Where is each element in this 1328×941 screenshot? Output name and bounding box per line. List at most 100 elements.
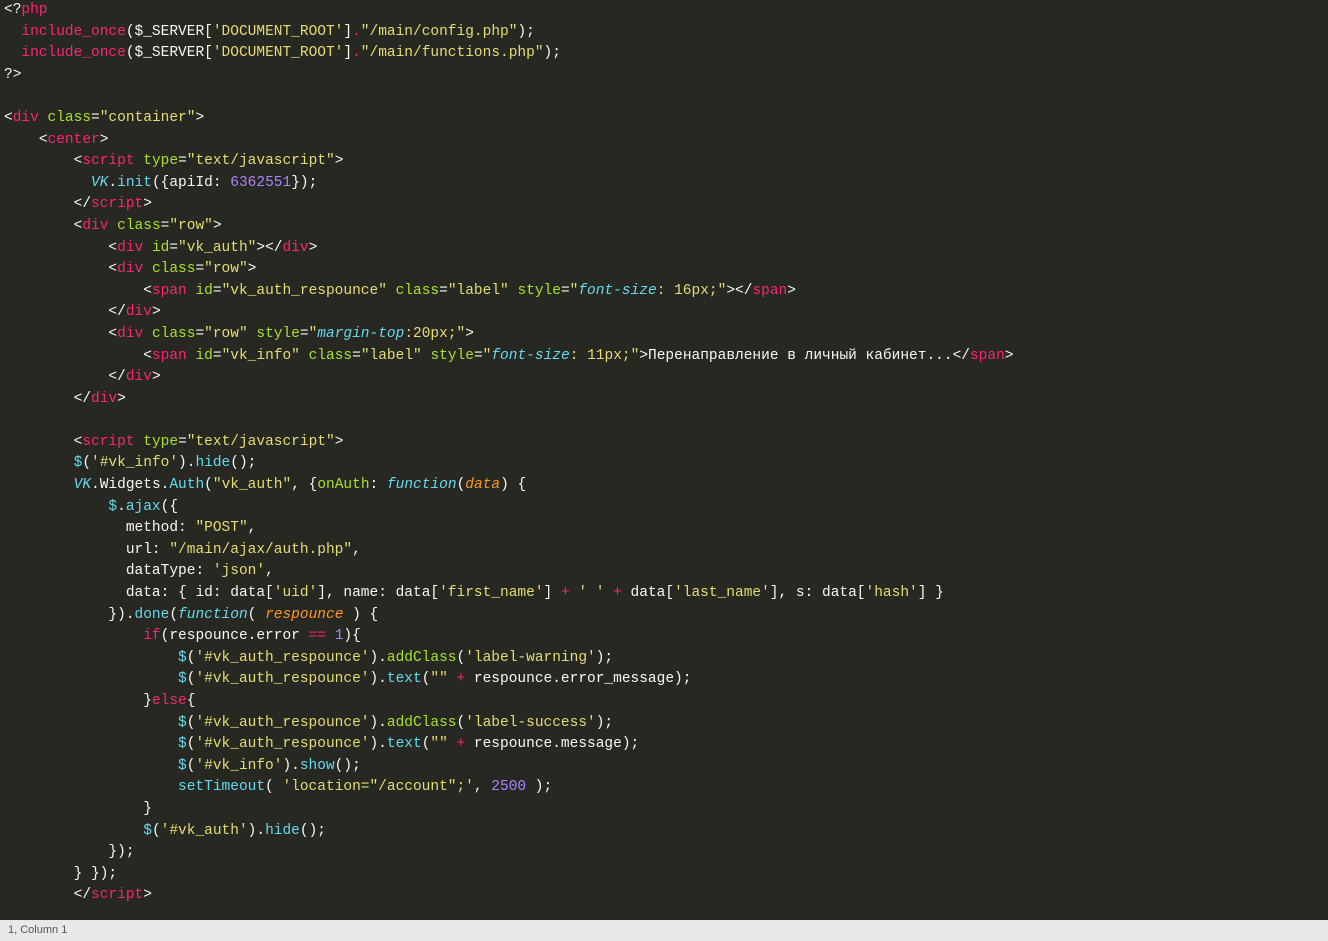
- code-token: id: [195, 348, 212, 364]
- code-token: =: [169, 240, 178, 256]
- code-token: >: [335, 153, 344, 169]
- code-token: ], name: data[: [317, 585, 439, 601]
- code-token: ></: [726, 283, 752, 299]
- code-token: "text/javascript": [187, 153, 335, 169]
- code-token: >: [152, 304, 161, 320]
- code-token: div: [117, 240, 143, 256]
- code-token: Auth: [169, 477, 204, 493]
- code-token: hide: [195, 455, 230, 471]
- code-token: id: [152, 240, 169, 256]
- code-token: "/main/ajax/auth.php": [169, 542, 352, 558]
- code-editor[interactable]: <?php include_once($_SERVER['DOCUMENT_RO…: [0, 0, 1328, 920]
- code-token: ]: [343, 24, 352, 40]
- code-token: '#vk_auth': [161, 823, 248, 839]
- code-token: </: [953, 348, 970, 364]
- code-token: </: [74, 196, 91, 212]
- code-token: , {: [291, 477, 317, 493]
- code-token: =: [352, 348, 361, 364]
- code-token: addClass: [387, 650, 457, 666]
- code-token: Перенаправление в личный кабинет...: [648, 348, 953, 364]
- code-token: =: [91, 110, 100, 126]
- code-token: $: [178, 758, 187, 774]
- code-token: $_SERVER: [135, 24, 205, 40]
- code-token: >: [195, 110, 204, 126]
- code-token: });: [291, 175, 317, 191]
- code-token: div: [91, 391, 117, 407]
- code-token: ,: [265, 563, 274, 579]
- code-token: 'last_name': [674, 585, 770, 601]
- code-token: +: [613, 585, 622, 601]
- code-token: div: [82, 218, 108, 234]
- code-token: =: [178, 434, 187, 450]
- code-token: ] }: [918, 585, 944, 601]
- code-token: style: [430, 348, 474, 364]
- code-token: <: [143, 348, 152, 364]
- code-token: =: [474, 348, 483, 364]
- code-token: '#vk_auth_respounce': [195, 736, 369, 752]
- code-token: }: [143, 801, 152, 817]
- code-token: onAuth: [317, 477, 369, 493]
- cursor-position: 1, Column 1: [8, 924, 67, 936]
- code-token: style: [517, 283, 561, 299]
- code-token: div: [282, 240, 308, 256]
- code-token: >: [143, 196, 152, 212]
- code-token: 'hash': [866, 585, 918, 601]
- code-token: }: [143, 693, 152, 709]
- code-token: if: [143, 628, 160, 644]
- code-token: ajax: [126, 499, 161, 515]
- code-token: script: [82, 434, 134, 450]
- code-token: 'DOCUMENT_ROOT': [213, 24, 344, 40]
- code-token: .: [108, 175, 117, 191]
- code-token: ==: [309, 628, 326, 644]
- code-token: ).: [369, 650, 386, 666]
- code-token: addClass: [387, 715, 457, 731]
- code-token: +: [457, 671, 466, 687]
- code-token: 'DOCUMENT_ROOT': [213, 45, 344, 61]
- code-token: ?>: [4, 67, 21, 83]
- code-token: </: [74, 391, 91, 407]
- code-token: );: [526, 779, 552, 795]
- code-token: (: [82, 455, 91, 471]
- code-token: ,: [248, 520, 257, 536]
- code-token: data[: [622, 585, 674, 601]
- code-token: ();: [335, 758, 361, 774]
- code-token: 'first_name': [439, 585, 543, 601]
- code-token: span: [970, 348, 1005, 364]
- code-token: $: [178, 736, 187, 752]
- code-token: (: [457, 477, 466, 493]
- code-token: (: [152, 823, 161, 839]
- code-token: (: [265, 779, 282, 795]
- code-token: $: [178, 671, 187, 687]
- code-token: >: [335, 434, 344, 450]
- code-token: respounce.message);: [465, 736, 639, 752]
- code-token: style: [256, 326, 300, 342]
- code-token: '#vk_info': [195, 758, 282, 774]
- code-token: id: [195, 283, 212, 299]
- code-token: }).: [108, 607, 134, 623]
- code-token: (: [204, 477, 213, 493]
- status-bar: 1, Column 1: [0, 920, 1328, 941]
- code-token: hide: [265, 823, 300, 839]
- code-token: 2500: [491, 779, 526, 795]
- code-token: $: [178, 650, 187, 666]
- code-token: "label": [361, 348, 422, 364]
- code-token: VK: [74, 477, 91, 493]
- code-token: ({: [161, 499, 178, 515]
- code-token: >: [152, 369, 161, 385]
- code-token: '#vk_auth_respounce': [195, 671, 369, 687]
- code-token: {: [187, 693, 196, 709]
- code-token: =: [213, 283, 222, 299]
- code-token: .: [117, 499, 126, 515]
- code-token: =: [561, 283, 570, 299]
- code-token: (respounce.error: [161, 628, 309, 644]
- code-token: (: [169, 607, 178, 623]
- code-token: (: [248, 607, 265, 623]
- code-token: >: [213, 218, 222, 234]
- code-token: '#vk_info': [91, 455, 178, 471]
- code-token: div: [117, 261, 143, 277]
- code-token: include_once: [21, 45, 125, 61]
- code-block[interactable]: <?php include_once($_SERVER['DOCUMENT_RO…: [0, 0, 1328, 907]
- code-token: $_SERVER: [135, 45, 205, 61]
- code-token: apiId: [169, 175, 213, 191]
- code-token: =: [300, 326, 309, 342]
